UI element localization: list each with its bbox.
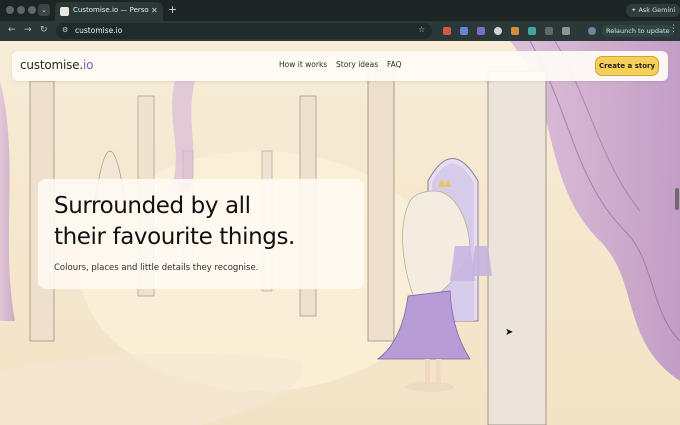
- hero-subtitle: Colours, places and little details they …: [54, 263, 259, 273]
- extensions-puzzle-icon[interactable]: [562, 27, 570, 35]
- active-tab[interactable]: Customise.io — Personalised ✕: [55, 2, 163, 21]
- address-bar[interactable]: ⚙ customise.io ☆: [56, 23, 432, 39]
- forward-button[interactable]: →: [24, 25, 32, 35]
- ask-gemini-label: Ask Gemini: [638, 6, 676, 14]
- new-tab-button[interactable]: +: [168, 3, 177, 16]
- tab-title: Customise.io — Personalised: [73, 6, 149, 14]
- site-favicon-icon: [60, 7, 69, 16]
- extension-icon[interactable]: [494, 27, 502, 35]
- hero-title-line-1: Surrounded by all: [54, 193, 251, 219]
- extension-icon[interactable]: [460, 27, 468, 35]
- extension-icon[interactable]: [528, 27, 536, 35]
- extension-icon[interactable]: [477, 27, 485, 35]
- browser-tab-bar: ⌄ Customise.io — Personalised ✕ + ✦Ask G…: [0, 0, 680, 21]
- hero-title: Surrounded by all their favourite things…: [54, 191, 354, 253]
- create-story-button[interactable]: Create a story: [595, 56, 659, 76]
- sparkle-icon: ✦: [631, 6, 637, 14]
- site-info-icon[interactable]: ⚙: [62, 26, 68, 34]
- ask-gemini-button[interactable]: ✦ Ask Gemini: [626, 4, 680, 17]
- page-viewport: customise.io How it works Story ideas FA…: [0, 41, 680, 425]
- nav-link-faq[interactable]: FAQ: [387, 60, 402, 69]
- tab-search-icon[interactable]: ⌄: [38, 4, 50, 16]
- back-button[interactable]: ←: [8, 25, 16, 35]
- bookmark-star-icon[interactable]: ☆: [418, 25, 425, 34]
- site-logo[interactable]: customise.io: [20, 58, 93, 72]
- address-url: customise.io: [75, 26, 123, 35]
- browser-toolbar: ← → ↻ ⚙ customise.io ☆ Relaunch to updat…: [0, 21, 680, 41]
- extension-icon[interactable]: [443, 27, 451, 35]
- close-tab-icon[interactable]: ✕: [151, 6, 158, 15]
- minimize-window-button[interactable]: [17, 6, 25, 14]
- logo-io: io: [82, 58, 94, 72]
- hero-title-line-2: their favourite things.: [54, 224, 295, 250]
- maximize-window-button[interactable]: [28, 6, 36, 14]
- extension-icon[interactable]: [545, 27, 553, 35]
- mouse-pointer-icon: ➤: [505, 327, 514, 338]
- reload-button[interactable]: ↻: [40, 25, 48, 35]
- close-window-button[interactable]: [6, 6, 14, 14]
- profile-avatar[interactable]: [588, 27, 596, 35]
- browser-menu-icon[interactable]: ⋮: [669, 24, 678, 34]
- logo-text: customise.: [20, 58, 83, 72]
- extension-icon[interactable]: [511, 27, 519, 35]
- nav-link-story-ideas[interactable]: Story ideas: [336, 60, 378, 69]
- page-scrollbar[interactable]: [675, 188, 679, 210]
- site-header: customise.io How it works Story ideas FA…: [12, 51, 668, 81]
- relaunch-button[interactable]: Relaunch to update: [602, 25, 674, 37]
- hero-card: Surrounded by all their favourite things…: [38, 179, 364, 289]
- nav-link-how-it-works[interactable]: How it works: [279, 60, 327, 69]
